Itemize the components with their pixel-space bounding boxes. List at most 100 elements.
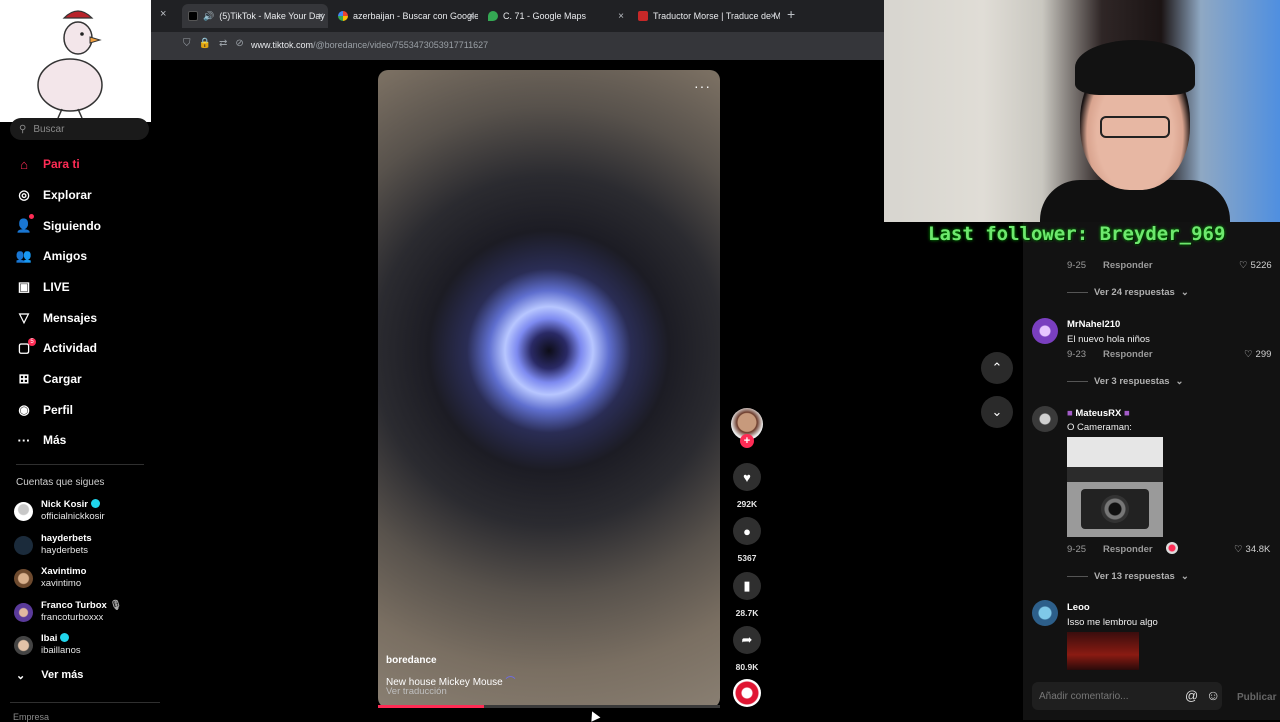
- close-icon[interactable]: ×: [160, 8, 166, 20]
- comment-like[interactable]: ♡ 5226: [1239, 260, 1272, 271]
- comment-like-count: 299: [1255, 349, 1272, 360]
- close-tab-icon[interactable]: ×: [618, 11, 624, 22]
- emoji-icon: ■: [1067, 408, 1073, 419]
- account-xavintimo[interactable]: Xavintimo xavintimo: [14, 566, 86, 590]
- tab-label: C. 71 - Google Maps: [503, 11, 587, 21]
- account-franco-turbox[interactable]: Franco Turbox 🎙 francoturboxxx: [14, 600, 122, 624]
- video-author[interactable]: boredance: [386, 655, 437, 666]
- tab-google-search[interactable]: azerbaijan - Buscar con Google ×: [332, 4, 478, 28]
- search-icon: ⚲: [19, 123, 27, 135]
- see-more-button[interactable]: ⌄ Ver más: [16, 669, 83, 682]
- webcam-person-glasses: [1100, 116, 1170, 138]
- reply-button[interactable]: Responder: [1103, 260, 1153, 271]
- url-host: www.tiktok.com: [251, 40, 314, 50]
- comment-username[interactable]: Leoo: [1067, 602, 1090, 613]
- view-replies-button[interactable]: Ver 13 respuestas ⌄: [1067, 571, 1189, 582]
- comment-text: El nuevo hola niños: [1067, 334, 1150, 345]
- comment-count: 5367: [737, 553, 757, 563]
- home-icon: ⌂: [20, 156, 28, 172]
- shield-icon[interactable]: ⛉: [183, 38, 191, 49]
- video-progress-fill: [378, 705, 485, 708]
- share-button[interactable]: ➦: [733, 626, 761, 654]
- comment-button[interactable]: ●: [733, 517, 761, 545]
- url-text[interactable]: www.tiktok.com/@boredance/video/75534730…: [251, 40, 488, 50]
- account-hayderbets[interactable]: hayderbets hayderbets: [14, 533, 92, 557]
- view-replies-button[interactable]: Ver 24 respuestas ⌄: [1067, 287, 1189, 298]
- nav-siguiendo[interactable]: 👤 Siguiendo: [16, 218, 101, 234]
- comment-like[interactable]: ♡ 34.8K: [1234, 544, 1270, 555]
- tab-google-maps[interactable]: C. 71 - Google Maps ×: [482, 4, 628, 28]
- nav-label: Perfil: [43, 403, 74, 417]
- nav-mas[interactable]: ··· Más: [16, 432, 67, 448]
- comment-like-count: 5226: [1250, 260, 1272, 271]
- comment-image[interactable]: [1067, 437, 1163, 537]
- avatar: [14, 602, 33, 622]
- comment-date: 9-25: [1067, 544, 1087, 555]
- site-settings-icon[interactable]: ⇄: [219, 38, 227, 49]
- comment-username[interactable]: MrNahel210: [1067, 319, 1120, 330]
- camera-lens-shape: [1101, 495, 1129, 523]
- footer-link[interactable]: Empresa: [13, 712, 49, 722]
- nav-explorar[interactable]: ◎ Explorar: [16, 187, 91, 203]
- nav-mensajes[interactable]: ▽ Mensajes: [16, 310, 97, 326]
- account-ibai[interactable]: Ibai ibaillanos: [14, 633, 81, 657]
- tracking-blocked-icon[interactable]: ⊘: [235, 38, 243, 49]
- webcam-person-hair: [1075, 40, 1195, 95]
- nav-label: Mensajes: [43, 311, 98, 325]
- nav-live[interactable]: ▣ LIVE: [16, 279, 70, 295]
- heart-outline-icon: ♡: [1239, 260, 1248, 271]
- new-tab-button[interactable]: +: [787, 6, 795, 22]
- account-nick-kosir[interactable]: Nick Kosir officialnickkosir: [14, 499, 105, 523]
- comment-like-count: 34.8K: [1245, 544, 1271, 555]
- account-handle: officialnickkosir: [41, 511, 105, 522]
- next-video-button[interactable]: ⌄: [981, 396, 1013, 428]
- morse-favicon-icon: [638, 11, 648, 21]
- tab-tiktok[interactable]: 🔊 (5)TikTok - Make Your Day ×: [182, 4, 328, 28]
- upload-icon: ⊞: [18, 371, 30, 386]
- comment-date: 9-25: [1067, 260, 1087, 271]
- comment-date: 9-23: [1067, 349, 1087, 360]
- mention-icon[interactable]: @: [1185, 688, 1198, 703]
- nav-label: LIVE: [43, 280, 70, 294]
- nav-amigos[interactable]: 👥 Amigos: [16, 248, 87, 264]
- follow-plus-button[interactable]: +: [740, 434, 754, 448]
- comment-like[interactable]: ♡ 299: [1244, 349, 1271, 360]
- see-translation-link[interactable]: Ver traducción: [386, 686, 447, 697]
- like-button[interactable]: ♥: [733, 463, 761, 491]
- comment-username[interactable]: ■ MateusRX ■: [1067, 408, 1130, 419]
- tab-label: azerbaijan - Buscar con Google: [353, 11, 478, 21]
- view-replies-button[interactable]: Ver 3 respuestas ⌄: [1067, 376, 1184, 387]
- friends-icon: 👥: [15, 248, 33, 263]
- avatar[interactable]: [1032, 600, 1058, 626]
- avatar[interactable]: [1032, 406, 1058, 432]
- mic-icon: 🎙: [109, 600, 122, 611]
- nav-perfil[interactable]: ◉ Perfil: [16, 402, 73, 418]
- save-button[interactable]: ▮: [733, 572, 761, 600]
- account-handle: ibaillanos: [41, 645, 81, 656]
- video-options-icon[interactable]: ···: [694, 78, 711, 94]
- emoji-picker-icon[interactable]: ☺: [1206, 687, 1220, 703]
- publish-button[interactable]: Publicar: [1237, 692, 1276, 703]
- comment-image[interactable]: [1067, 632, 1139, 670]
- previous-video-button[interactable]: ⌃: [981, 352, 1013, 384]
- close-tab-icon[interactable]: ×: [318, 11, 324, 22]
- tab-label: (5)TikTok - Make Your Day: [219, 11, 325, 21]
- nav-cargar[interactable]: ⊞ Cargar: [16, 371, 82, 387]
- more-icon: ···: [17, 432, 31, 448]
- activity-badge: 5: [28, 338, 36, 346]
- nav-label: Siguiendo: [43, 219, 101, 233]
- close-tab-icon[interactable]: ×: [770, 11, 776, 22]
- avatar[interactable]: [1032, 318, 1058, 344]
- music-disc-icon[interactable]: [733, 679, 761, 707]
- reply-button[interactable]: Responder: [1103, 544, 1153, 555]
- search-input[interactable]: ⚲ Buscar: [10, 118, 149, 140]
- divider: [10, 702, 160, 703]
- video-player[interactable]: [378, 70, 720, 708]
- reply-button[interactable]: Responder: [1103, 349, 1153, 360]
- close-tab-icon[interactable]: ×: [468, 11, 474, 22]
- view-replies-label: Ver 3 respuestas: [1094, 376, 1170, 387]
- lock-icon[interactable]: 🔒: [199, 38, 211, 49]
- tab-morse-translator[interactable]: Traductor Morse | Traduce de M ×: [632, 4, 780, 28]
- account-handle: francoturboxxx: [41, 612, 104, 623]
- nav-para-ti[interactable]: ⌂ Para ti: [16, 156, 80, 172]
